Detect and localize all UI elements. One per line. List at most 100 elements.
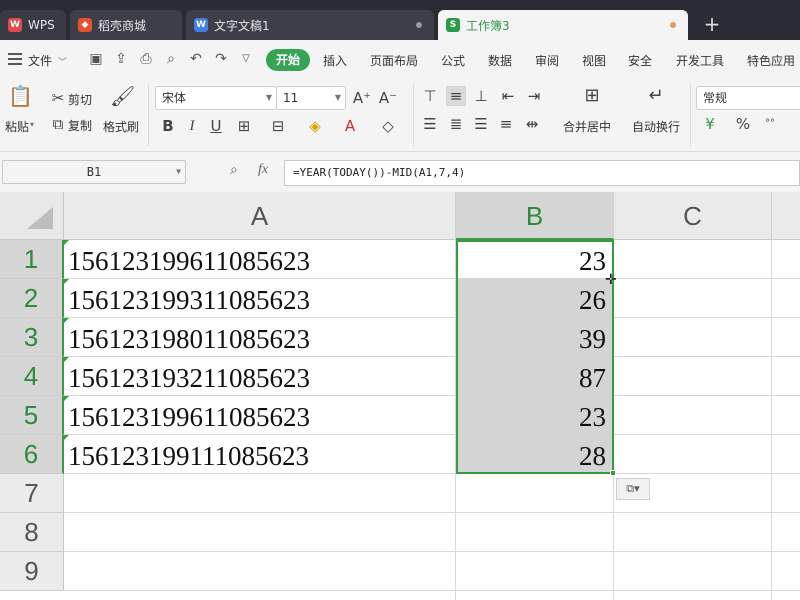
paste-options-button[interactable]: ⧉▾ (616, 478, 650, 500)
row-header[interactable]: 5 (0, 396, 64, 435)
currency-icon[interactable]: ¥ (700, 114, 720, 134)
zoom-search-icon[interactable]: ⌕ (230, 162, 238, 178)
font-color-icon[interactable]: A (340, 116, 360, 136)
align-bottom-icon[interactable]: ⊥ (471, 86, 491, 106)
merge-center-button[interactable]: 合并居中 (563, 118, 611, 135)
underline-icon[interactable]: U (206, 116, 226, 136)
tab-daoke-store[interactable]: ◆ 稻壳商城 (70, 10, 182, 40)
insert-function-icon[interactable]: fx (258, 162, 268, 178)
grid-line (771, 240, 772, 600)
quick-access-dropdown-icon[interactable]: ▽ (238, 51, 254, 67)
tab-wps[interactable]: W WPS (0, 10, 66, 40)
divider (690, 84, 691, 146)
fill-color-icon[interactable]: ◈ (305, 116, 325, 136)
writer-doc-icon: W (194, 18, 208, 32)
paste-button[interactable]: 粘贴 (5, 118, 29, 135)
fill-handle[interactable] (610, 470, 616, 476)
redo-icon[interactable]: ↷ (213, 51, 229, 67)
increase-font-icon[interactable]: A⁺ (352, 88, 372, 108)
font-name-value: 宋体 (162, 91, 187, 105)
formula-input[interactable]: =YEAR(TODAY())-MID(A1,7,4) (284, 160, 800, 186)
save-icon[interactable]: ▣ (88, 51, 104, 67)
cell-style-icon[interactable]: ⊟ (268, 116, 288, 136)
tab-workbook[interactable]: S 工作簿3 (438, 10, 688, 40)
merge-center-icon[interactable]: ⊞ (580, 86, 604, 110)
menu-review[interactable]: 审阅 (535, 52, 559, 69)
paste-icon[interactable]: 📋 (8, 86, 33, 110)
crosshair-cursor-icon: ✛ (605, 272, 617, 288)
cell-a4[interactable]: 156123193211085623 (68, 357, 310, 396)
align-middle-icon[interactable]: ≡ (446, 86, 466, 106)
align-top-icon[interactable]: ⊤ (420, 86, 440, 106)
decrease-font-icon[interactable]: A⁻ (378, 88, 398, 108)
menu-special-apps[interactable]: 特色应用 (747, 52, 795, 69)
cell-a5[interactable]: 156123199611085623 (68, 396, 310, 435)
increase-indent-icon[interactable]: ⇥ (524, 86, 544, 106)
tab-bar: W WPS ◆ 稻壳商城 W 文字文稿1 S 工作簿3 + (0, 0, 800, 40)
ribbon-toolbar: 📋 粘贴 ▾ ✂ 剪切 ⧉ 复制 🖌 格式刷 宋体 ▼ 11 ▼ A⁺ A⁻ B… (0, 80, 800, 152)
menu-page-layout[interactable]: 页面布局 (370, 52, 418, 69)
row-header[interactable]: 8 (0, 513, 64, 552)
cell-a2[interactable]: 156123199311085623 (68, 279, 310, 318)
print-preview-icon[interactable]: ⌕ (163, 51, 179, 67)
menu-insert[interactable]: 插入 (323, 52, 347, 69)
format-painter-icon[interactable]: 🖌 (110, 86, 135, 110)
bold-icon[interactable]: B (158, 116, 178, 136)
copy-icon[interactable]: ⧉ (48, 114, 68, 134)
font-size-select[interactable]: 11 ▼ (276, 86, 346, 110)
column-header-b[interactable]: B (456, 192, 614, 240)
cut-button[interactable]: 剪切 (68, 91, 92, 108)
hamburger-menu-icon[interactable] (8, 53, 22, 65)
thousands-separator-icon[interactable]: °° (760, 114, 780, 134)
align-right-icon[interactable]: ☰ (471, 114, 491, 134)
tab-writer-doc[interactable]: W 文字文稿1 (186, 10, 434, 40)
wrap-text-icon[interactable]: ↵ (644, 86, 668, 110)
distributed-align-icon[interactable]: ⇹ (522, 114, 542, 134)
print-icon[interactable]: ⎙ (138, 51, 154, 67)
menu-start[interactable]: 开始 (266, 49, 310, 71)
borders-icon[interactable]: ⊞ (234, 116, 254, 136)
cell-a3[interactable]: 156123198011085623 (68, 318, 310, 357)
column-header-d[interactable] (772, 192, 800, 240)
spreadsheet-icon: S (446, 18, 460, 32)
align-left-icon[interactable]: ☰ (420, 114, 440, 134)
menu-security[interactable]: 安全 (628, 52, 652, 69)
chevron-down-icon[interactable]: ﹀ (58, 55, 67, 68)
justify-icon[interactable]: ≡ (496, 114, 516, 134)
row-header[interactable]: 7 (0, 474, 64, 513)
row-header[interactable]: 2 (0, 279, 64, 318)
cell-a1[interactable]: 156123199611085623 (68, 240, 310, 279)
menu-data[interactable]: 数据 (488, 52, 512, 69)
tab-unsaved-dot (416, 22, 422, 28)
italic-icon[interactable]: I (182, 116, 202, 136)
export-icon[interactable]: ⇪ (113, 51, 129, 67)
new-tab-plus-icon[interactable]: + (700, 12, 724, 36)
wrap-text-button[interactable]: 自动换行 (632, 118, 680, 135)
spreadsheet-grid[interactable]: A B C 1 2 3 4 5 6 7 8 9 1561231996110856… (0, 192, 800, 600)
row-header[interactable]: 4 (0, 357, 64, 396)
number-format-select[interactable]: 常规 (696, 86, 800, 110)
menu-developer-tools[interactable]: 开发工具 (676, 52, 724, 69)
paste-dropdown-icon[interactable]: ▾ (30, 120, 34, 129)
row-header[interactable]: 1 (0, 240, 64, 279)
decrease-indent-icon[interactable]: ⇤ (498, 86, 518, 106)
font-name-select[interactable]: 宋体 ▼ (155, 86, 277, 110)
row-header[interactable]: 6 (0, 435, 64, 474)
menu-formulas[interactable]: 公式 (441, 52, 465, 69)
name-box[interactable]: B1 ▼ (2, 160, 186, 184)
scissors-icon[interactable]: ✂ (48, 88, 68, 108)
clear-format-icon[interactable]: ◇ (378, 116, 398, 136)
menu-file[interactable]: 文件 (28, 52, 52, 69)
column-header-a[interactable]: A (64, 192, 456, 240)
column-header-c[interactable]: C (614, 192, 772, 240)
row-header[interactable]: 9 (0, 552, 64, 591)
format-painter-button[interactable]: 格式刷 (103, 118, 139, 135)
menu-view[interactable]: 视图 (582, 52, 606, 69)
row-header[interactable]: 3 (0, 318, 64, 357)
align-center-icon[interactable]: ≣ (446, 114, 466, 134)
select-all-corner[interactable] (0, 192, 64, 240)
cell-a6[interactable]: 156123199111085623 (68, 435, 309, 474)
copy-button[interactable]: 复制 (68, 117, 92, 134)
undo-icon[interactable]: ↶ (188, 51, 204, 67)
percent-icon[interactable]: % (733, 114, 753, 134)
